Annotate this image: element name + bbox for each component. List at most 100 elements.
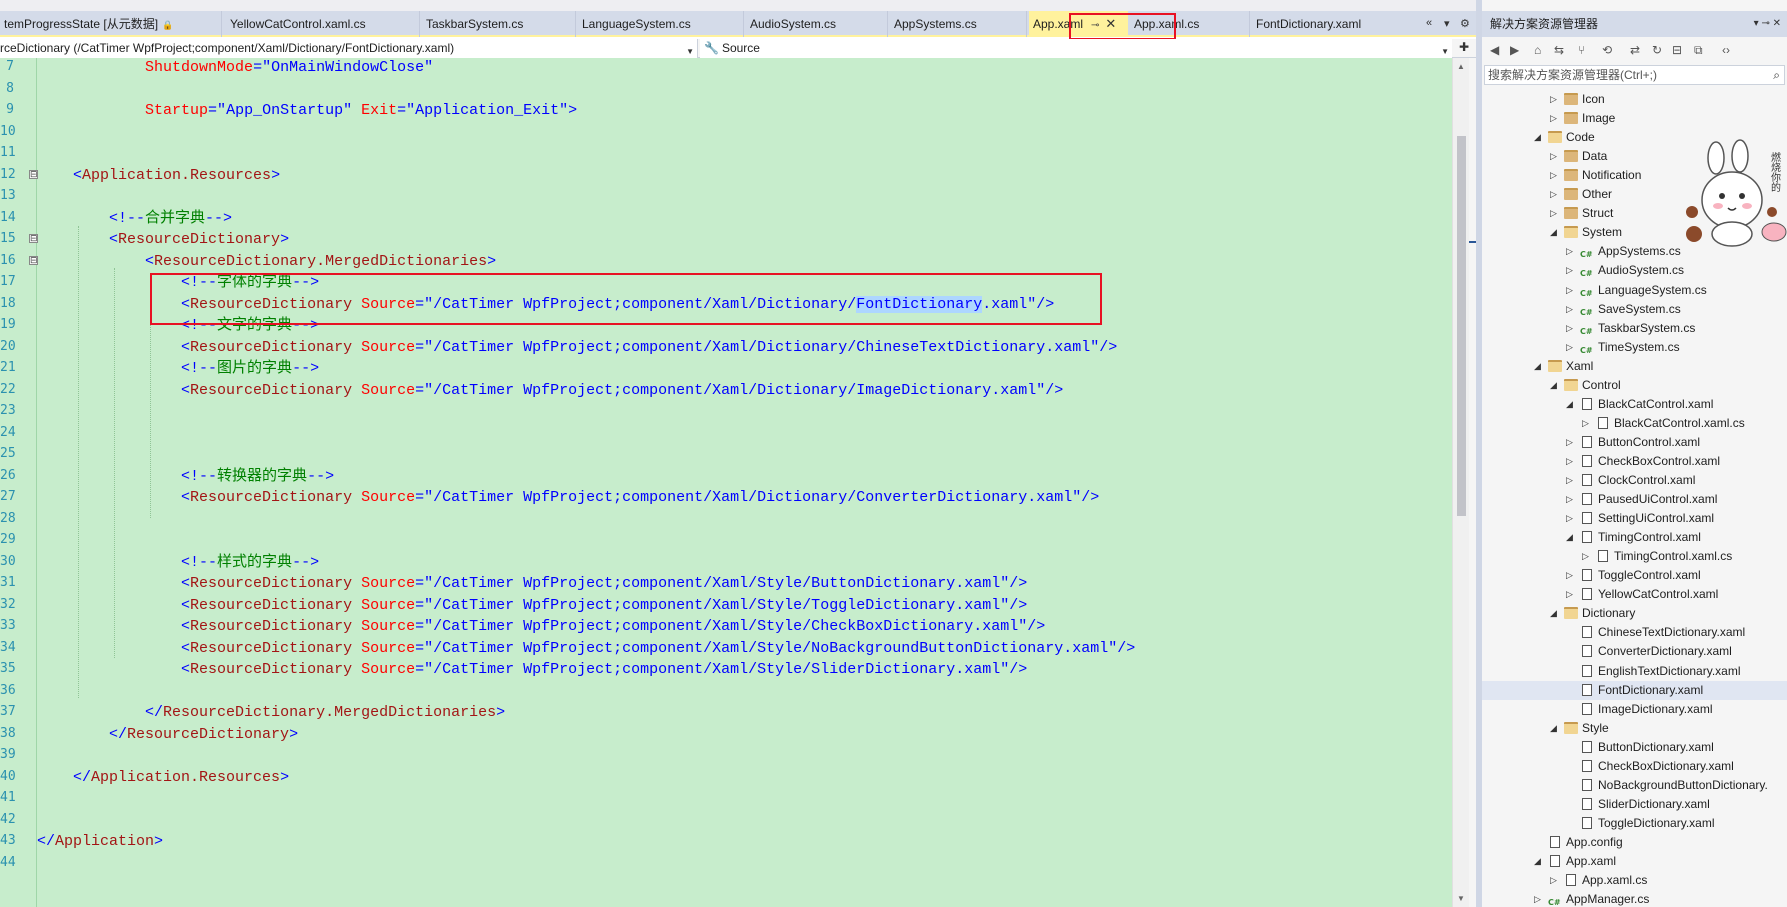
tree-node[interactable]: ▷ App.xaml.cs — [1550, 871, 1647, 890]
split-editor-icon[interactable]: ✚ — [1459, 40, 1469, 54]
sync-icon[interactable]: ⇄ — [1630, 43, 1640, 57]
tree-node[interactable]: ▷ C# LanguageSystem.cs — [1566, 281, 1707, 300]
show-all-icon[interactable]: ⧉ — [1694, 43, 1703, 58]
tree-node[interactable]: ▷ Struct — [1550, 204, 1613, 223]
tree-node[interactable]: ▷ Notification — [1550, 166, 1641, 185]
solution-explorer-search-input[interactable]: 搜索解决方案资源管理器(Ctrl+;) ⌕ — [1484, 65, 1785, 85]
collapsed-arrow-icon[interactable]: ▷ — [1566, 490, 1576, 509]
tree-node[interactable]: ▷ Other — [1550, 185, 1612, 204]
code-line[interactable]: <!--合并字典--> — [37, 210, 232, 228]
expanded-arrow-icon[interactable]: ◢ — [1550, 223, 1560, 242]
tree-node[interactable]: ▷ BlackCatControl.xaml.cs — [1582, 414, 1745, 433]
collapsed-arrow-icon[interactable]: ▷ — [1566, 300, 1576, 319]
collapsed-arrow-icon[interactable]: ▷ — [1550, 185, 1560, 204]
refresh-icon[interactable]: ↻ — [1652, 43, 1662, 57]
tree-node[interactable]: ▷ ClockControl.xaml — [1566, 471, 1695, 490]
tree-node[interactable]: ▷ Image — [1550, 109, 1615, 128]
collapsed-arrow-icon[interactable]: ▷ — [1566, 452, 1576, 471]
tree-node[interactable]: ImageDictionary.xaml — [1580, 700, 1712, 719]
code-line[interactable]: <ResourceDictionary> — [37, 231, 289, 249]
collapsed-arrow-icon[interactable]: ▷ — [1566, 566, 1576, 585]
tree-node[interactable]: ▷ YellowCatControl.xaml — [1566, 585, 1718, 604]
tree-node[interactable]: ▷ ButtonControl.xaml — [1566, 433, 1700, 452]
collapsed-arrow-icon[interactable]: ▷ — [1550, 166, 1560, 185]
git-icon[interactable]: ⑂ — [1578, 43, 1585, 57]
tab-6[interactable]: App.xaml ⊸ ✕ — [1029, 11, 1128, 37]
code-line[interactable]: ShutdownMode="OnMainWindowClose" — [37, 59, 433, 77]
tab-0[interactable]: temProgressState [从元数据] 🔒 — [0, 11, 222, 37]
tree-node[interactable]: ChineseTextDictionary.xaml — [1580, 623, 1745, 642]
code-line[interactable]: <ResourceDictionary Source="/CatTimer Wp… — [37, 575, 1027, 593]
tree-node[interactable]: ◢ Dictionary — [1550, 604, 1635, 623]
collapsed-arrow-icon[interactable]: ▷ — [1566, 242, 1576, 261]
tree-node[interactable]: ▷ SettingUiControl.xaml — [1566, 509, 1714, 528]
collapsed-arrow-icon[interactable]: ▷ — [1566, 261, 1576, 280]
tree-node[interactable]: ▷ CheckBoxControl.xaml — [1566, 452, 1720, 471]
tab-5[interactable]: AppSystems.cs — [890, 11, 1027, 37]
tab-7[interactable]: App.xaml.cs — [1130, 11, 1250, 37]
tree-node[interactable]: ◢ Code — [1534, 128, 1595, 147]
home-icon[interactable]: ⌂ — [1534, 43, 1541, 57]
tree-node[interactable]: ▷ C# TimeSystem.cs — [1566, 338, 1680, 357]
expanded-arrow-icon[interactable]: ◢ — [1534, 852, 1544, 871]
code-line[interactable]: <ResourceDictionary Source="/CatTimer Wp… — [37, 661, 1027, 679]
tree-node[interactable]: ◢ TimingControl.xaml — [1566, 528, 1701, 547]
tree-node[interactable]: ButtonDictionary.xaml — [1580, 738, 1714, 757]
code-line[interactable]: <ResourceDictionary.MergedDictionaries> — [37, 253, 496, 271]
tree-node[interactable]: ToggleDictionary.xaml — [1580, 814, 1715, 833]
tab-settings-icon[interactable]: ⚙ — [1460, 17, 1470, 30]
collapsed-arrow-icon[interactable]: ▷ — [1534, 890, 1544, 907]
expanded-arrow-icon[interactable]: ◢ — [1534, 357, 1544, 376]
tree-node[interactable]: ◢ Style — [1550, 719, 1609, 738]
tree-node[interactable]: ▷ C# SaveSystem.cs — [1566, 300, 1681, 319]
collapsed-arrow-icon[interactable]: ▷ — [1566, 338, 1576, 357]
collapsed-arrow-icon[interactable]: ▷ — [1566, 433, 1576, 452]
code-line[interactable]: <!--样式的字典--> — [37, 554, 319, 572]
code-line[interactable]: </ResourceDictionary.MergedDictionaries> — [37, 704, 505, 722]
collapsed-arrow-icon[interactable]: ▷ — [1550, 109, 1560, 128]
tab-overflow-icon[interactable]: « — [1426, 17, 1432, 29]
expanded-arrow-icon[interactable]: ◢ — [1550, 604, 1560, 623]
tree-node[interactable]: ◢ System — [1550, 223, 1622, 242]
tree-node[interactable]: ▷ C# TaskbarSystem.cs — [1566, 319, 1695, 338]
code-line[interactable]: </Application.Resources> — [37, 769, 289, 787]
collapsed-arrow-icon[interactable]: ▷ — [1582, 414, 1592, 433]
collapsed-arrow-icon[interactable]: ▷ — [1566, 319, 1576, 338]
code-line[interactable]: <ResourceDictionary Source="/CatTimer Wp… — [37, 489, 1099, 507]
code-line[interactable]: <ResourceDictionary Source="/CatTimer Wp… — [37, 640, 1135, 658]
collapsed-arrow-icon[interactable]: ▷ — [1550, 90, 1560, 109]
code-line[interactable]: <ResourceDictionary Source="/CatTimer Wp… — [37, 597, 1027, 615]
code-line[interactable]: <!--图片的字典--> — [37, 360, 319, 378]
scroll-up-icon[interactable]: ▲ — [1457, 62, 1465, 71]
tab-3[interactable]: LanguageSystem.cs — [578, 11, 744, 37]
collapsed-arrow-icon[interactable]: ▷ — [1566, 509, 1576, 528]
code-line[interactable]: <ResourceDictionary Source="/CatTimer Wp… — [37, 382, 1063, 400]
scroll-down-icon[interactable]: ▼ — [1457, 894, 1465, 903]
tree-node[interactable]: ▷ TimingControl.xaml.cs — [1582, 547, 1732, 566]
code-line[interactable]: <ResourceDictionary Source="/CatTimer Wp… — [37, 339, 1117, 357]
expanded-arrow-icon[interactable]: ◢ — [1566, 528, 1576, 547]
code-line[interactable]: <!--文字的字典--> — [37, 317, 319, 335]
tree-node[interactable]: ▷ C# AppManager.cs — [1534, 890, 1649, 907]
tree-node[interactable]: NoBackgroundButtonDictionary. — [1580, 776, 1768, 795]
tab-1[interactable]: YellowCatControl.xaml.cs — [226, 11, 420, 37]
code-line[interactable]: <!--字体的字典--> — [37, 274, 319, 292]
tab-2[interactable]: TaskbarSystem.cs — [422, 11, 576, 37]
tab-dropdown-icon[interactable]: ▾ — [1444, 17, 1450, 30]
history-icon[interactable]: ⟲ — [1602, 43, 1612, 57]
tree-node[interactable]: ◢ Control — [1550, 376, 1621, 395]
expanded-arrow-icon[interactable]: ◢ — [1550, 719, 1560, 738]
code-line[interactable]: </Application> — [37, 833, 163, 851]
close-icon[interactable]: ✕ — [1105, 16, 1116, 31]
tree-node[interactable]: FontDictionary.xaml — [1482, 680, 1787, 700]
collapsed-arrow-icon[interactable]: ▷ — [1550, 147, 1560, 166]
tree-node[interactable]: ▷ C# AppSystems.cs — [1566, 242, 1681, 261]
tree-node[interactable]: App.config — [1548, 833, 1623, 852]
member-dropdown[interactable]: 🔧 Source ▼ — [700, 39, 1452, 58]
code-line[interactable]: <ResourceDictionary Source="/CatTimer Wp… — [37, 618, 1045, 636]
tree-node[interactable]: ▷ ToggleControl.xaml — [1566, 566, 1701, 585]
collapse-icon[interactable]: ⊟ — [1672, 43, 1682, 57]
collapsed-arrow-icon[interactable]: ▷ — [1550, 204, 1560, 223]
collapsed-arrow-icon[interactable]: ▷ — [1566, 471, 1576, 490]
search-icon[interactable]: ⌕ — [1773, 66, 1780, 84]
